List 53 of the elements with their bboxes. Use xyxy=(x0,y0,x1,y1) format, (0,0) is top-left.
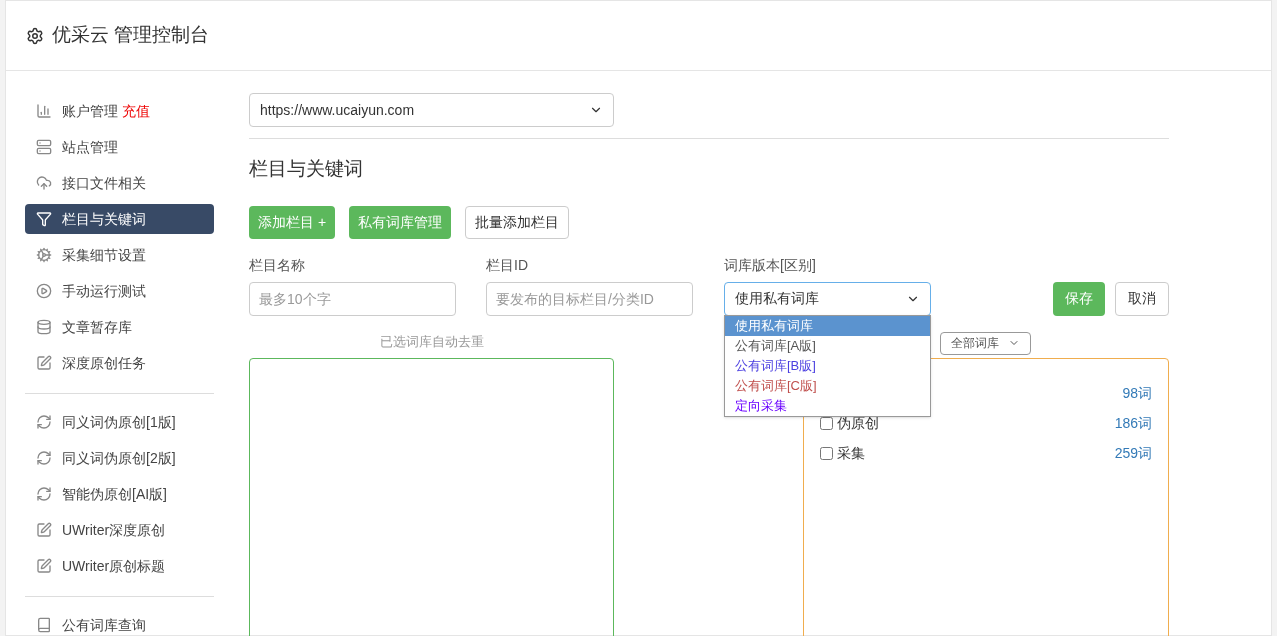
edit-icon xyxy=(36,522,52,538)
word-count: 259词 xyxy=(1114,444,1152,463)
sidebar-item[interactable]: 账户管理 充值 xyxy=(25,96,214,126)
sidebar-item[interactable]: 栏目与关键词 xyxy=(25,204,214,234)
library-name: 伪原创 xyxy=(837,414,879,433)
sidebar-item[interactable]: 接口文件相关 xyxy=(25,168,214,198)
refresh-icon xyxy=(36,414,52,430)
library-checkbox[interactable] xyxy=(820,417,833,430)
cloud-upload-icon xyxy=(36,175,52,191)
section-title: 栏目与关键词 xyxy=(249,157,364,181)
filter-icon xyxy=(36,211,52,227)
book-icon xyxy=(36,617,52,633)
sidebar-item[interactable]: 深度原创任务 xyxy=(25,348,214,378)
action-button[interactable]: 批量添加栏目 xyxy=(465,205,570,239)
library-name: 采集 xyxy=(837,444,865,463)
sidebar-item[interactable]: 站点管理 xyxy=(25,132,214,162)
refresh-icon xyxy=(36,450,52,466)
gear-icon xyxy=(36,247,52,263)
sidebar-item[interactable]: 公有词库查询 xyxy=(25,610,214,636)
field-label: 词库版本[区别] xyxy=(724,255,817,275)
library-checkbox[interactable] xyxy=(820,447,833,460)
refresh-icon xyxy=(36,486,52,502)
server-icon xyxy=(36,139,52,155)
sidebar-item[interactable]: 同义词伪原创[2版] xyxy=(25,443,214,473)
dropdown-option[interactable]: 定向采集 xyxy=(725,395,930,416)
sidebar-item[interactable]: 手动运行测试 xyxy=(25,276,214,306)
settings-icon xyxy=(26,26,44,45)
id-input[interactable]: 要发布的目标栏目/分类ID xyxy=(486,281,693,316)
dropdown-option[interactable]: 公有词库[C版] xyxy=(725,375,930,396)
field-label: 栏目名称 xyxy=(249,255,306,275)
app-title: 优采云 管理控制台 xyxy=(52,23,210,48)
bar-chart-icon xyxy=(36,103,52,119)
word-count: 186词 xyxy=(1114,414,1152,433)
database-icon xyxy=(36,319,52,335)
sidebar-item[interactable]: UWriter深度原创 xyxy=(25,515,214,545)
edit-icon xyxy=(36,355,52,371)
field-label: 栏目ID xyxy=(486,255,529,275)
name-input[interactable]: 最多10个字 xyxy=(249,281,456,316)
play-icon xyxy=(36,283,52,299)
sidebar-item[interactable]: 智能伪原创[AI版] xyxy=(25,479,214,509)
library-filter-select[interactable]: 全部词库 xyxy=(940,331,1031,355)
site-select[interactable]: https://www.ucaiyun.com xyxy=(249,93,614,127)
sidebar-item[interactable]: 采集细节设置 xyxy=(25,240,214,270)
sidebar-item[interactable]: UWriter原创标题 xyxy=(25,551,214,581)
dropdown-option[interactable]: 公有词库[A版] xyxy=(725,335,930,356)
selected-note: 已选词库自动去重 xyxy=(379,332,484,351)
cancel-button[interactable]: 取消 xyxy=(1115,281,1169,316)
sidebar-item[interactable]: 同义词伪原创[1版] xyxy=(25,407,214,437)
word-count: 98词 xyxy=(1122,384,1152,403)
recharge-link[interactable]: 充值 xyxy=(122,100,150,122)
dropdown-option[interactable]: 公有词库[B版] xyxy=(725,355,930,376)
edit-icon xyxy=(36,558,52,574)
sidebar-item[interactable]: 文章暂存库 xyxy=(25,312,214,342)
